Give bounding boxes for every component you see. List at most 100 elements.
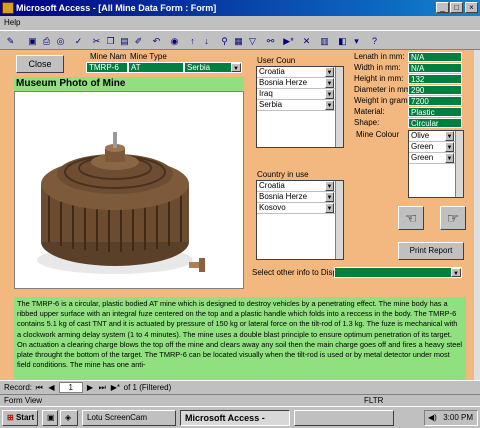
chevron-down-icon[interactable]: ▼	[325, 67, 334, 77]
apply-filter-icon[interactable]: ▽	[246, 34, 259, 47]
record-number-input[interactable]: 1	[58, 382, 83, 393]
chevron-down-icon[interactable]: ▼	[451, 268, 461, 277]
chevron-down-icon[interactable]: ▼	[325, 100, 334, 110]
sort-descending-icon[interactable]: ↓	[200, 34, 213, 47]
system-tray: ◀) 3:00 PM	[424, 410, 478, 426]
close-window-button[interactable]: ×	[465, 2, 478, 13]
chevron-down-icon[interactable]: ▼	[325, 192, 334, 202]
list-scrollbar[interactable]	[455, 131, 463, 197]
chevron-down-icon[interactable]: ▼	[231, 63, 241, 72]
mine-type-field[interactable]: AT	[128, 62, 184, 73]
quick-launch-icon[interactable]: ▣	[42, 410, 58, 426]
diameter-field[interactable]: 290	[408, 85, 462, 95]
menu-help[interactable]: Help	[4, 18, 20, 27]
filter-by-selection-icon[interactable]: ⚲	[218, 34, 231, 47]
list-item[interactable]: Iraq ▼	[257, 89, 343, 100]
window-title: Microsoft Access - [All Mine Data Form :…	[16, 3, 217, 13]
list-item[interactable]: Serbia ▼	[257, 100, 343, 111]
minimize-button[interactable]: _	[436, 2, 449, 13]
access-app-icon[interactable]	[2, 2, 14, 14]
print-report-button[interactable]: Print Report	[398, 242, 464, 260]
sort-ascending-icon[interactable]: ↑	[186, 34, 199, 47]
chevron-down-icon[interactable]: ▼	[325, 89, 334, 99]
chevron-down-icon[interactable]: ▼	[445, 142, 454, 152]
list-item[interactable]: Croatia ▼	[257, 181, 343, 192]
weight-field[interactable]: 7200	[408, 96, 462, 106]
print-icon[interactable]: ⎙	[40, 34, 53, 47]
mine-name-field[interactable]: TMRP-6	[86, 62, 128, 73]
mine-country-value: Serbia	[187, 63, 211, 72]
width-label: Width in mm:	[354, 63, 401, 72]
status-bar: Form View FLTR	[0, 394, 480, 406]
task-access[interactable]: Microsoft Access -	[180, 410, 290, 426]
chevron-down-icon[interactable]: ▼	[325, 203, 334, 213]
photo-title: Museum Photo of Mine	[14, 77, 244, 91]
new-record-icon[interactable]: ▶*	[282, 34, 295, 47]
length-field[interactable]: N/A	[408, 52, 462, 62]
new-record-nav-icon[interactable]: ▶*	[109, 381, 121, 395]
cut-icon[interactable]: ✂	[90, 34, 103, 47]
mine-country-combo[interactable]: Serbia ▼	[184, 62, 242, 73]
format-painter-icon[interactable]: ✐	[132, 34, 145, 47]
mine-colour-list[interactable]: Olive ▼ Green ▼ Green ▼	[408, 130, 464, 198]
save-icon[interactable]: ▣	[26, 34, 39, 47]
list-item[interactable]: Bosnia Herze ▼	[257, 78, 343, 89]
filter-by-form-icon[interactable]: ▦	[232, 34, 245, 47]
database-window-icon[interactable]: ▥	[318, 34, 331, 47]
mine-description[interactable]: The TMRP-6 is a circular, plastic bodied…	[14, 297, 466, 380]
list-scrollbar[interactable]	[335, 181, 343, 259]
mine-photo	[14, 91, 244, 289]
mine-colour-label: Mine Colour	[356, 130, 400, 139]
form-scrollbar[interactable]	[474, 50, 480, 380]
shape-field[interactable]: Circular	[408, 118, 462, 128]
first-record-icon[interactable]: ⏮	[34, 381, 44, 395]
copy-icon[interactable]: ❐	[104, 34, 117, 47]
country-in-use-list[interactable]: Croatia ▼ Bosnia Herze ▼ Kosovo ▼	[256, 180, 344, 260]
previous-record-button[interactable]: ☜	[398, 206, 424, 230]
select-other-combo[interactable]: ▼	[334, 267, 462, 278]
speaker-icon[interactable]: ◀)	[425, 411, 437, 425]
list-scrollbar[interactable]	[335, 67, 343, 147]
list-item[interactable]: Kosovo ▼	[257, 203, 343, 214]
print-preview-icon[interactable]: ◎	[54, 34, 67, 47]
task-screencam[interactable]: Lotu ScreenCam	[82, 410, 176, 426]
material-label: Material:	[354, 107, 385, 116]
web-icon[interactable]: ◉	[168, 34, 181, 47]
mine-name-header: Mine Nam	[90, 52, 127, 61]
spelling-icon[interactable]: ✓	[72, 34, 85, 47]
quick-launch-icon-2[interactable]: ◈	[60, 410, 78, 426]
new-object-icon[interactable]: ◧	[336, 34, 349, 47]
paste-icon[interactable]: ▤	[118, 34, 131, 47]
new-object-dropdown-icon[interactable]: ▾	[350, 34, 363, 47]
undo-icon[interactable]: ↶	[150, 34, 163, 47]
menu-bar: Help	[0, 16, 480, 30]
form-close-button[interactable]: Close	[16, 55, 64, 73]
delete-record-icon[interactable]: ✕	[300, 34, 313, 47]
list-item[interactable]: Bosnia Herze ▼	[257, 192, 343, 203]
chevron-down-icon[interactable]: ▼	[445, 131, 454, 141]
start-button[interactable]: ⊞ Start	[2, 410, 38, 426]
height-label: Height in mm:	[354, 74, 404, 83]
chevron-down-icon[interactable]: ▼	[325, 181, 334, 191]
design-view-icon[interactable]: ✎	[4, 34, 17, 47]
list-item[interactable]: Croatia ▼	[257, 67, 343, 78]
hand-right-icon: ☞	[446, 210, 460, 226]
toolbar: ✎ ▣ ⎙ ◎ ✓ ✂ ❐ ▤ ✐ ↶ ◉ ↑ ↓ ⚲ ▦ ▽ ⚯ ▶* ✕ ▥…	[0, 30, 480, 50]
find-icon[interactable]: ⚯	[264, 34, 277, 47]
width-field[interactable]: N/A	[408, 63, 462, 73]
help-icon[interactable]: ?	[368, 34, 381, 47]
shape-label: Shape:	[354, 118, 380, 127]
user-country-list[interactable]: Croatia ▼ Bosnia Herze ▼ Iraq ▼ Serbia ▼	[256, 66, 344, 148]
task-extra[interactable]	[294, 410, 394, 426]
prev-record-icon[interactable]: ◀	[46, 381, 56, 395]
last-record-icon[interactable]: ⏭	[97, 381, 107, 395]
hand-left-icon: ☜	[404, 210, 418, 226]
chevron-down-icon[interactable]: ▼	[445, 153, 454, 163]
material-field[interactable]: Plastic	[408, 107, 462, 117]
next-record-icon[interactable]: ▶	[85, 381, 95, 395]
maximize-button[interactable]: □	[450, 2, 463, 13]
record-count: of 1 (Filtered)	[123, 383, 172, 392]
height-field[interactable]: 132	[408, 74, 462, 84]
next-record-button[interactable]: ☞	[440, 206, 466, 230]
chevron-down-icon[interactable]: ▼	[325, 78, 334, 88]
